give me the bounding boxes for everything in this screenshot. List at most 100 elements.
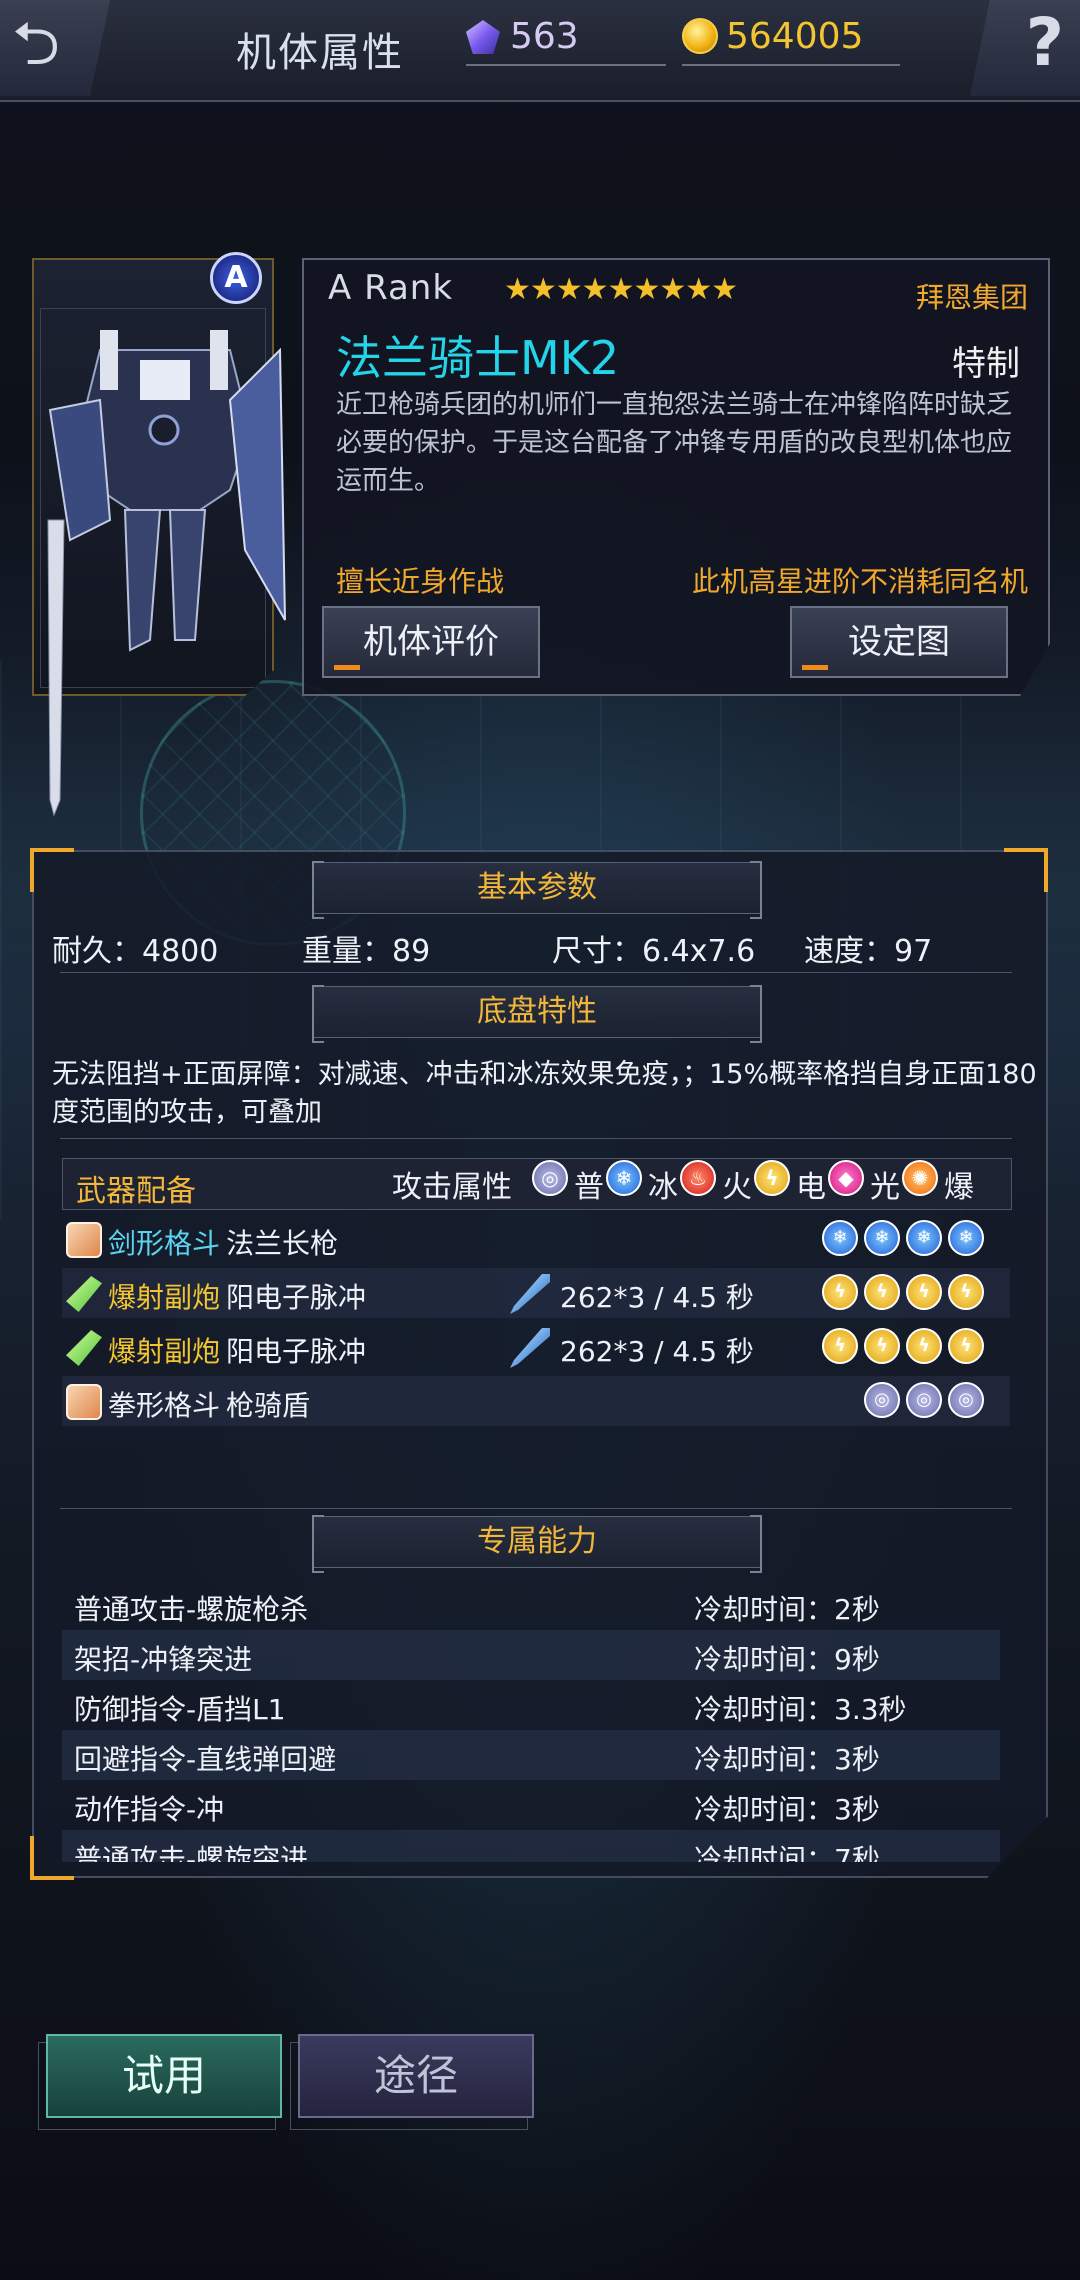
source-button[interactable]: 途径: [298, 2034, 534, 2118]
weapon-name: 枪骑盾: [226, 1389, 311, 1422]
ability-row: 防御指令-盾挡L1 冷却时间：3.3秒: [62, 1680, 1000, 1730]
weapon-row[interactable]: 剑形格斗 法兰长枪 ❄ ❄ ❄ ❄: [62, 1214, 1010, 1264]
ability-cooldown: 冷却时间：3秒: [694, 1743, 880, 1776]
speed-stat: 速度：97: [804, 934, 933, 969]
concept-art-button[interactable]: 设定图: [790, 606, 1008, 678]
weapon-row[interactable]: 拳形格斗 枪骑盾 ◎ ◎ ◎: [62, 1376, 1010, 1426]
ability-name: 架招-冲锋突进: [74, 1643, 253, 1676]
ice-orb-icon: ❄: [864, 1220, 900, 1256]
gold-counter: 564005: [682, 14, 900, 66]
element-label: 火: [722, 1170, 752, 1205]
abilities-header: 专属能力: [312, 1515, 762, 1573]
advancement-note: 此机高星进阶不消耗同名机: [691, 565, 1028, 598]
top-bar: ⮌ 机体属性 563 564005 ?: [0, 0, 1080, 102]
ability-row: 动作指令-冲 冷却时间：3秒: [62, 1780, 1000, 1830]
gem-icon: [466, 20, 500, 54]
ability-row: 普通攻击-螺旋枪杀 冷却时间：2秒: [62, 1580, 1000, 1630]
weapon-name: 阳电子脉冲: [226, 1281, 367, 1314]
element-label: 光: [870, 1170, 900, 1205]
weapon-type: 爆射副炮: [108, 1281, 221, 1314]
basic-params-header: 基本参数: [312, 861, 762, 919]
rank-label: A Rank: [328, 268, 454, 308]
normal-orb-icon: ◎: [864, 1382, 900, 1418]
electric-orb-icon: ϟ: [948, 1328, 984, 1364]
unit-name: 法兰骑士MK2: [336, 331, 620, 385]
faction-label: 拜恩集团: [915, 281, 1028, 314]
back-arrow-icon: ⮌: [12, 9, 61, 79]
ability-cooldown: 冷却时间：2秒: [694, 1593, 880, 1626]
element-label: 冰: [648, 1170, 678, 1205]
help-button[interactable]: ?: [970, 0, 1080, 96]
ability-cooldown: 冷却时间：3.3秒: [694, 1693, 907, 1726]
chassis-description: 无法阻挡+正面屏障：对减速、冲击和冰冻效果免疫，；15%概率格挡自身正面180度…: [52, 1059, 1037, 1128]
gun-weapon-icon: [66, 1276, 102, 1312]
weapons-header: 武器配备: [76, 1174, 196, 1209]
chassis-header: 底盘特性: [312, 985, 762, 1043]
ability-cooldown: 冷却时间：3秒: [694, 1793, 880, 1826]
unit-description: 近卫枪骑兵团的机师们一直抱怨法兰骑士在冲锋陷阵时缺乏必要的保护。于是这台配备了冲…: [336, 390, 1013, 496]
element-label: 普: [574, 1170, 604, 1205]
electric-element-icon: ϟ: [754, 1160, 790, 1196]
electric-orb-icon: ϟ: [822, 1328, 858, 1364]
electric-orb-icon: ϟ: [906, 1328, 942, 1364]
ability-name: 回避指令-直线弹回避: [74, 1743, 337, 1776]
ability-name: 普通攻击-螺旋突进: [74, 1843, 309, 1862]
element-label: 电: [796, 1170, 826, 1205]
electric-orb-icon: ϟ: [822, 1274, 858, 1310]
weight-stat: 重量：89: [302, 934, 431, 969]
ice-element-icon: ❄: [606, 1160, 642, 1196]
special-label: 特制: [952, 344, 1020, 384]
electric-orb-icon: ϟ: [906, 1274, 942, 1310]
abilities-list[interactable]: 普通攻击-螺旋枪杀 冷却时间：2秒 架招-冲锋突进 冷却时间：9秒 防御指令-盾…: [62, 1580, 1000, 1862]
panel-corner: [30, 848, 74, 892]
star-rating: ★★★★★★★★★: [504, 272, 738, 307]
durability-stat: 耐久：4800: [52, 934, 219, 969]
damage-sword-icon: [510, 1274, 550, 1314]
weapon-type: 剑形格斗: [108, 1227, 221, 1260]
question-mark-icon: ?: [1025, 4, 1064, 81]
element-label: 爆: [944, 1170, 974, 1205]
rank-badge: A: [210, 252, 262, 304]
divider: [60, 972, 1012, 973]
fire-element-icon: ♨: [680, 1160, 716, 1196]
gun-weapon-icon: [66, 1330, 102, 1366]
electric-orb-icon: ϟ: [864, 1328, 900, 1364]
weapon-element-orbs: ϟ ϟ ϟ ϟ: [822, 1328, 984, 1364]
blast-element-icon: ✺: [902, 1160, 938, 1196]
weapon-damage: 262*3 / 4.5 秒: [560, 1335, 754, 1368]
weapon-element-orbs: ❄ ❄ ❄ ❄: [822, 1220, 984, 1256]
divider: [60, 1508, 1012, 1509]
ability-name: 普通攻击-螺旋枪杀: [74, 1593, 309, 1626]
melee-weapon-icon: [66, 1384, 102, 1420]
ability-cooldown: 冷却时间：7秒: [694, 1843, 880, 1862]
normal-orb-icon: ◎: [906, 1382, 942, 1418]
weapon-name: 法兰长枪: [226, 1227, 339, 1260]
gem-counter: 563: [466, 14, 666, 66]
weapon-row[interactable]: 爆射副炮 阳电子脉冲 262*3 / 4.5 秒 ϟ ϟ ϟ ϟ: [62, 1268, 1010, 1318]
mech-image: [47, 330, 286, 817]
electric-orb-icon: ϟ: [948, 1274, 984, 1310]
ice-orb-icon: ❄: [822, 1220, 858, 1256]
ability-row: 普通攻击-螺旋突进 冷却时间：7秒: [62, 1830, 1000, 1862]
ice-orb-icon: ❄: [906, 1220, 942, 1256]
electric-orb-icon: ϟ: [864, 1274, 900, 1310]
size-stat: 尺寸：6.4x7.6: [552, 934, 756, 969]
ability-row: 架招-冲锋突进 冷却时间：9秒: [62, 1630, 1000, 1680]
attack-attribute-label: 攻击属性: [392, 1170, 512, 1205]
weapon-row[interactable]: 爆射副炮 阳电子脉冲 262*3 / 4.5 秒 ϟ ϟ ϟ ϟ: [62, 1322, 1010, 1372]
trait-tag: 擅长近身作战: [336, 565, 505, 598]
weapon-element-orbs: ϟ ϟ ϟ ϟ: [822, 1274, 984, 1310]
back-button[interactable]: ⮌: [0, 0, 110, 96]
normal-orb-icon: ◎: [948, 1382, 984, 1418]
ability-name: 动作指令-冲: [74, 1793, 225, 1826]
gem-value: 563: [510, 16, 579, 57]
panel-corner: [1004, 848, 1048, 892]
weapon-damage: 262*3 / 4.5 秒: [560, 1281, 754, 1314]
weapon-type: 爆射副炮: [108, 1335, 221, 1368]
divider: [60, 1138, 1012, 1139]
normal-element-icon: ◎: [532, 1160, 568, 1196]
trial-button[interactable]: 试用: [46, 2034, 282, 2118]
weapon-type: 拳形格斗: [108, 1389, 221, 1422]
damage-sword-icon: [510, 1328, 550, 1368]
unit-review-button[interactable]: 机体评价: [322, 606, 540, 678]
